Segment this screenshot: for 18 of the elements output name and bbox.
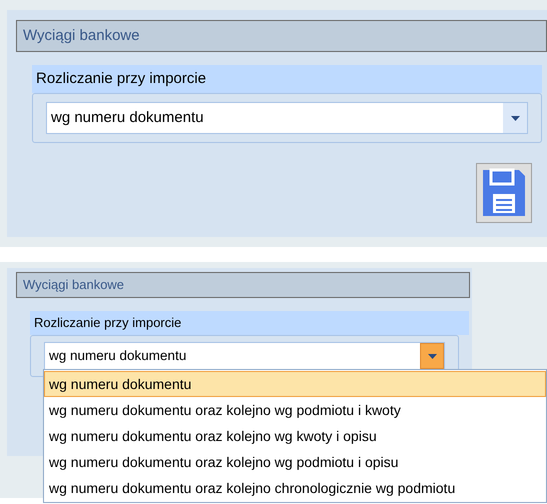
save-button[interactable] [476, 163, 532, 223]
dropdown-option[interactable]: wg numeru dokumentu oraz kolejno chronologicznie wg podmiotu [44, 475, 546, 501]
panel-title: Wyciągi bankowe [16, 20, 547, 52]
dropdown-option[interactable]: wg numeru dokumentu oraz kolejno wg podmiotu i opisu [44, 449, 546, 475]
dropdown-value: wg numeru dokumentu [51, 108, 205, 128]
dropdown-option[interactable]: wg numeru dokumentu oraz kolejno wg kwoty i opisu [44, 423, 546, 449]
group-label: Rozliczanie przy imporcie [30, 311, 469, 335]
group-label: Rozliczanie przy imporcie [32, 65, 542, 93]
caret-down-icon [428, 354, 436, 358]
dropdown-field[interactable]: wg numeru dokumentu [44, 342, 445, 370]
dropdown-button[interactable] [420, 343, 444, 369]
dropdown-option[interactable]: wg numeru dokumentu oraz kolejno wg podmiotu i kwoty [44, 397, 546, 423]
dropdown-value: wg numeru dokumentu [49, 346, 188, 365]
panel-title: Wyciągi bankowe [16, 272, 470, 298]
dropdown-option[interactable]: wg numeru dokumentu [44, 371, 546, 397]
caret-down-icon [510, 116, 520, 120]
dropdown-button[interactable] [503, 103, 527, 133]
dropdown-field[interactable]: wg numeru dokumentu [46, 102, 528, 134]
